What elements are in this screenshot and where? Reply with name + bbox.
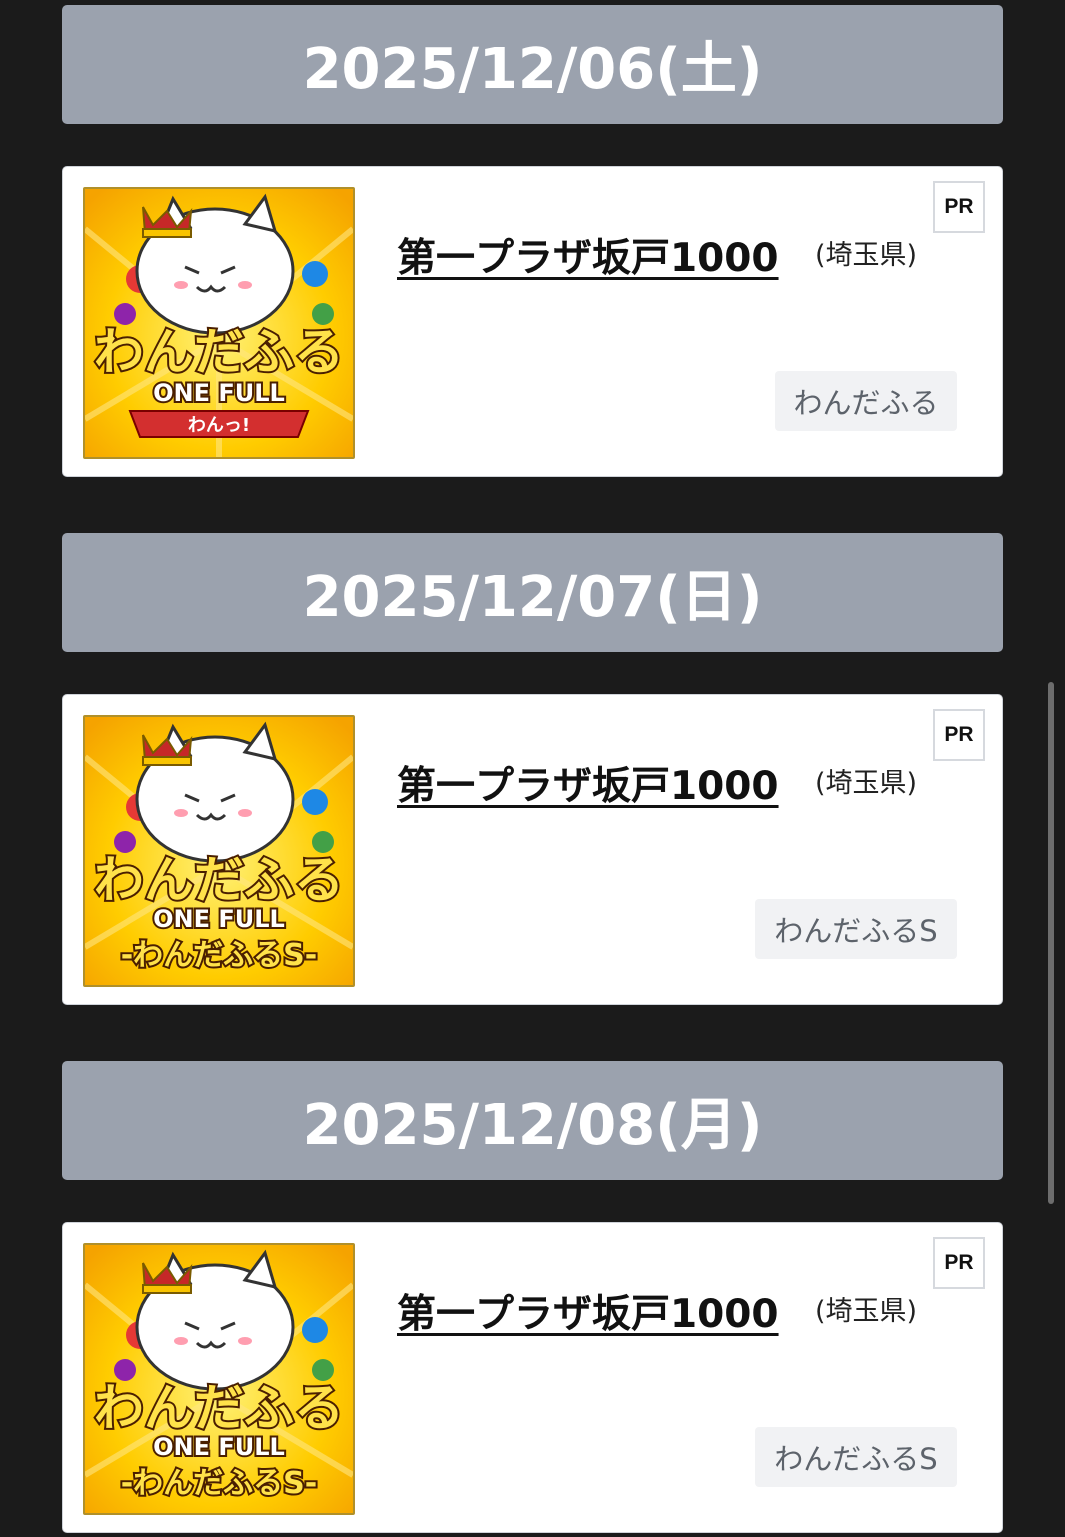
scrollbar[interactable] [1048,682,1054,1204]
machine-tag[interactable]: わんだふるS [755,899,957,959]
pr-badge: PR [933,1237,985,1289]
date-header: 2025/12/07(日) [62,533,1003,652]
store-name-link[interactable]: 第一プラザ坂戸1000 [397,1283,779,1339]
date-header: 2025/12/06(土) [62,5,1003,124]
hall-card[interactable]: わんだふる ONE FULL -わんだふるS- 第一プラザ坂戸1000 (埼玉県… [62,1222,1003,1533]
machine-thumbnail[interactable]: わんだふる ONE FULL -わんだふるS- [83,1243,355,1515]
thumb-logo: ONE FULL [153,379,285,407]
thumb-ribbon: -わんだふるS- [121,1466,318,1501]
pr-badge: PR [933,709,985,761]
hall-card[interactable]: わんだふる ONE FULL わんっ! 第一プラザ坂戸1000 (埼玉県) PR… [62,166,1003,477]
thumb-logo: ONE FULL [153,1433,285,1461]
thumb-title: わんだふる [94,323,344,381]
machine-tag[interactable]: わんだふる [775,371,957,431]
thumb-ribbon: わんっ! [188,415,250,436]
hall-card[interactable]: わんだふる ONE FULL -わんだふるS- 第一プラザ坂戸1000 (埼玉県… [62,694,1003,1005]
thumb-title: わんだふる [94,851,344,909]
page: 2025/12/06(土) わんだふる ONE FULL わんっ! 第一プラザ坂… [0,0,1065,1537]
date-header: 2025/12/08(月) [62,1061,1003,1180]
machine-tag[interactable]: わんだふるS [755,1427,957,1487]
store-name-link[interactable]: 第一プラザ坂戸1000 [397,227,779,283]
thumb-logo: ONE FULL [153,905,285,933]
prefecture-label: (埼玉県) [815,768,918,799]
machine-thumbnail[interactable]: わんだふる ONE FULL -わんだふるS- [83,715,355,987]
machine-thumbnail[interactable]: わんだふる ONE FULL わんっ! [83,187,355,459]
prefecture-label: (埼玉県) [815,1296,918,1327]
prefecture-label: (埼玉県) [815,240,918,271]
thumb-ribbon: -わんだふるS- [121,938,318,973]
thumb-title: わんだふる [94,1379,344,1437]
pr-badge: PR [933,181,985,233]
store-name-link[interactable]: 第一プラザ坂戸1000 [397,755,779,811]
